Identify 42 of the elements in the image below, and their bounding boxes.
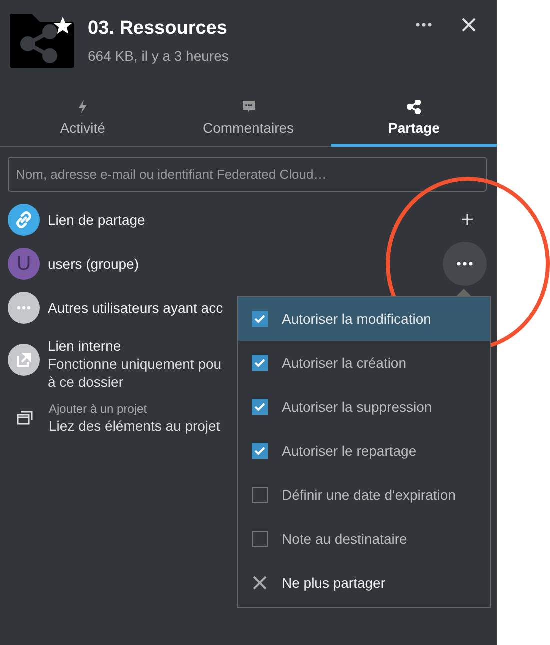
checkbox[interactable] [252,399,268,415]
project-description: Liez des éléments au projet [49,418,220,434]
share-description: Fonctionne uniquement pou [48,356,222,372]
close-icon[interactable] [462,18,476,32]
share-title: Autres utilisateurs ayant acc [48,300,224,316]
shared-folder-icon [10,14,74,68]
menu-item[interactable]: Autoriser la modification [238,297,490,341]
external-link-icon [8,344,40,376]
search-field[interactable]: Nom, adresse e-mail ou identifiant Federated Cloud… [8,157,487,192]
checkbox[interactable] [252,311,268,327]
more-icon[interactable] [416,23,432,27]
menu-item[interactable]: Note au destinataire [238,517,490,561]
link-icon [8,204,40,236]
checkbox[interactable] [252,355,268,371]
more-button[interactable] [443,242,487,286]
share-description: à ce dossier [48,374,124,390]
group-avatar: U [8,248,40,280]
add-button[interactable]: + [461,209,474,231]
share-title: Lien interne [48,338,122,354]
share-title: users (groupe) [48,256,140,272]
file-title: 03. Ressources [88,18,228,40]
more-icon [8,292,40,324]
menu-item[interactable]: Autoriser la suppression [238,385,490,429]
checkbox[interactable] [252,487,268,503]
more-icon [457,262,473,266]
menu-item[interactable]: Autoriser la création [238,341,490,385]
windows-icon [17,411,33,425]
project-caption: Ajouter à un projet [49,402,148,416]
menu-item[interactable]: Autoriser le repartage [238,429,490,473]
close-icon [253,576,267,590]
checkbox[interactable] [252,531,268,547]
file-meta: 664 KB, il y a 3 heures [88,48,230,64]
tab[interactable]: Activité [0,100,166,147]
menu-item[interactable]: Ne plus partager [238,561,490,605]
share-icon [407,100,422,114]
comment-icon [242,100,256,114]
tab[interactable]: Commentaires [166,100,332,147]
share-title: Lien de partage [48,212,146,228]
checkbox[interactable] [252,443,268,459]
tab[interactable]: Partage [331,100,498,147]
lightning-icon [78,100,88,114]
menu-item[interactable]: Définir une date d'expiration [238,473,490,517]
